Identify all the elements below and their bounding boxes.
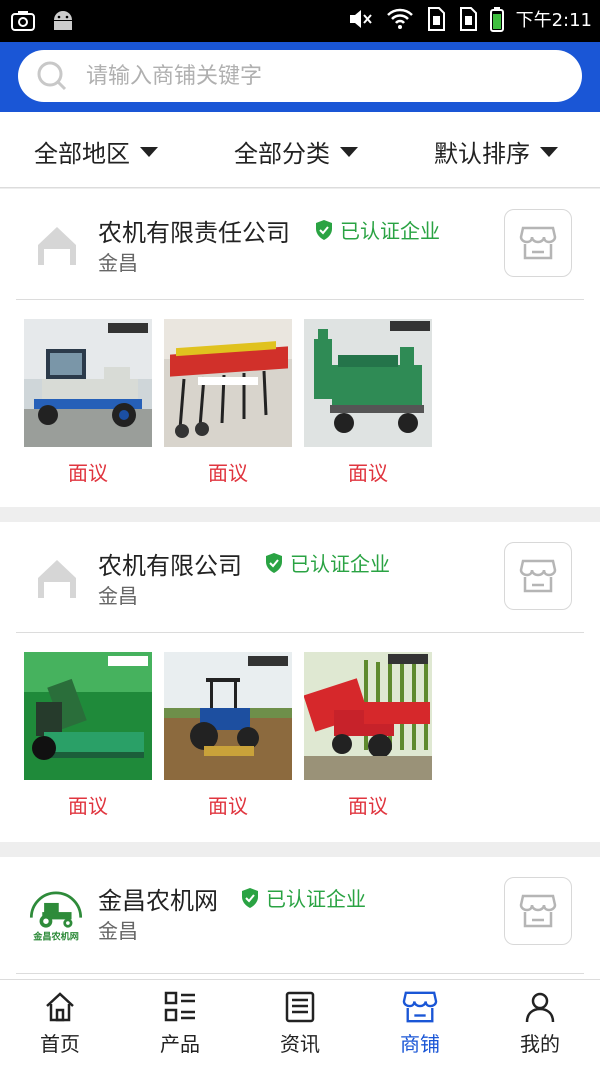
shop-list: 农机有限责任公司 已认证企业 金昌 面议 面议 面议 农机有限公司 已认证企业 … — [0, 189, 600, 979]
battery-icon — [489, 7, 504, 32]
region-filter[interactable]: 全部地区 — [34, 134, 158, 169]
category-filter[interactable]: 全部分类 — [234, 134, 358, 169]
product-price: 面议 — [348, 461, 388, 485]
status-time: 下午2:11 — [515, 10, 592, 31]
product-item[interactable]: 面议 — [164, 652, 292, 819]
sim1-icon — [427, 7, 445, 31]
tab-mine-label: 我的 — [520, 1032, 560, 1056]
shop-location: 金昌 — [98, 919, 138, 943]
grid-list-icon — [164, 991, 195, 1022]
search-header — [0, 42, 600, 112]
bottom-tab-bar: 首页 产品 资讯 商铺 我的 — [0, 979, 600, 1067]
product-image-red-corn-harvester[interactable] — [304, 652, 432, 780]
divider — [16, 299, 584, 300]
product-price: 面议 — [208, 461, 248, 485]
product-item[interactable]: 面议 — [164, 319, 292, 486]
shop-card[interactable]: 农机有限责任公司 已认证企业 金昌 面议 面议 面议 — [0, 189, 600, 507]
product-price: 面议 — [68, 461, 108, 485]
news-icon — [285, 991, 315, 1023]
caret-down-icon — [140, 146, 158, 157]
tab-home[interactable]: 首页 — [0, 980, 120, 1067]
verified-badge: 已认证企业 — [240, 883, 366, 912]
verified-shield-icon — [242, 887, 258, 908]
product-image-red-seeder-machine[interactable] — [164, 319, 292, 447]
tab-stores[interactable]: 商铺 — [360, 980, 480, 1067]
storefront-icon — [519, 226, 557, 260]
mute-icon — [349, 10, 372, 28]
sort-filter[interactable]: 默认排序 — [434, 134, 558, 169]
tab-products-label: 产品 — [160, 1032, 200, 1056]
shop-logo-text: 金昌农机网 — [32, 931, 79, 943]
divider — [16, 973, 584, 974]
home-icon — [46, 992, 74, 1022]
product-price: 面议 — [348, 794, 388, 818]
enter-store-button[interactable] — [504, 209, 572, 277]
tab-news-label: 资讯 — [280, 1032, 320, 1056]
caret-down-icon — [340, 146, 358, 157]
verified-badge: 已认证企业 — [264, 548, 390, 577]
shop-card[interactable]: 金昌农机网 金昌农机网 已认证企业 金昌 — [0, 857, 600, 979]
shop-name[interactable]: 农机有限公司 — [98, 546, 242, 581]
tab-stores-label: 商铺 — [400, 1032, 440, 1056]
shop-name[interactable]: 金昌农机网 — [98, 881, 218, 916]
tab-mine[interactable]: 我的 — [480, 980, 600, 1067]
shop-card[interactable]: 农机有限公司 已认证企业 金昌 面议 面议 面议 — [0, 522, 600, 842]
product-image-tractor-cab-machine[interactable] — [24, 319, 152, 447]
shop-location: 金昌 — [98, 251, 138, 275]
sort-filter-label: 默认排序 — [434, 140, 530, 168]
product-item[interactable]: 面议 — [24, 319, 152, 486]
divider — [16, 632, 584, 633]
storefront-icon — [519, 894, 557, 928]
search-input[interactable] — [86, 59, 566, 93]
sim2-icon — [459, 7, 477, 31]
search-box[interactable] — [18, 50, 582, 102]
region-filter-label: 全部地区 — [34, 140, 130, 168]
status-bar: 下午2:11 — [0, 0, 600, 42]
search-icon — [37, 61, 67, 91]
product-price: 面议 — [208, 794, 248, 818]
verified-badge-label: 已认证企业 — [340, 219, 440, 243]
tab-news[interactable]: 资讯 — [240, 980, 360, 1067]
shop-logo-jinchang-nongji: 金昌农机网 — [24, 881, 88, 945]
product-row: 面议 面议 面议 — [24, 652, 432, 819]
enter-store-button[interactable] — [504, 542, 572, 610]
shop-placeholder-logo-icon — [38, 560, 76, 598]
verified-shield-icon — [266, 552, 282, 573]
product-item[interactable]: 面议 — [24, 652, 152, 819]
shop-placeholder-logo-icon — [38, 227, 76, 265]
product-image-green-grain-cleaner[interactable] — [304, 319, 432, 447]
camera-icon — [11, 11, 35, 31]
verified-badge-label: 已认证企业 — [266, 887, 366, 911]
shop-name[interactable]: 农机有限责任公司 — [98, 213, 290, 248]
verified-badge: 已认证企业 — [314, 215, 440, 244]
tab-products[interactable]: 产品 — [120, 980, 240, 1067]
product-image-tractor-peanut-harvester[interactable] — [164, 652, 292, 780]
product-item[interactable]: 面议 — [304, 319, 432, 486]
product-price: 面议 — [68, 794, 108, 818]
storefront-icon — [519, 559, 557, 593]
verified-shield-icon — [316, 219, 332, 240]
shop-location: 金昌 — [98, 584, 138, 608]
product-row: 面议 面议 面议 — [24, 319, 432, 486]
product-item[interactable]: 面议 — [304, 652, 432, 819]
wifi-icon — [386, 8, 413, 29]
caret-down-icon — [540, 146, 558, 157]
verified-badge-label: 已认证企业 — [290, 552, 390, 576]
filter-bar: 全部地区 全部分类 默认排序 — [0, 112, 600, 188]
enter-store-button[interactable] — [504, 877, 572, 945]
product-image-green-harvester[interactable] — [24, 652, 152, 780]
category-filter-label: 全部分类 — [234, 140, 330, 168]
tab-home-label: 首页 — [40, 1032, 80, 1056]
user-icon — [525, 992, 555, 1023]
store-icon — [402, 991, 438, 1023]
android-icon — [54, 11, 72, 30]
